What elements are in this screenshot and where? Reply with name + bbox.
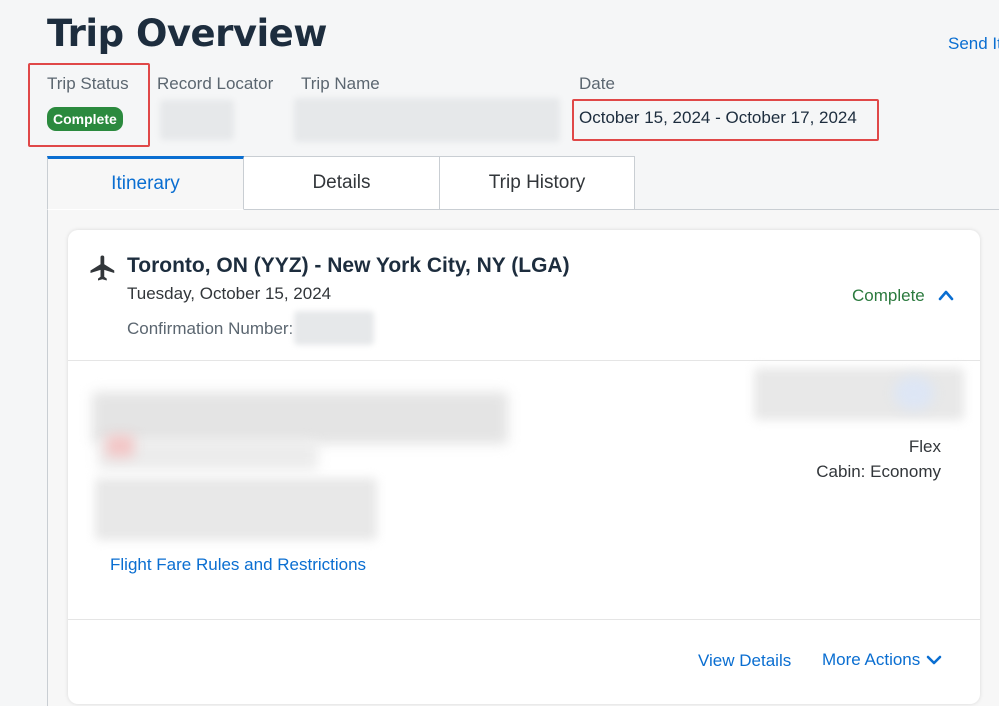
tab-itinerary[interactable]: Itinerary (47, 156, 244, 210)
tab-details[interactable]: Details (243, 156, 440, 210)
segment-status: Complete (852, 286, 925, 305)
flight-route-title: Toronto, ON (YYZ) - New York City, NY (L… (127, 254, 570, 277)
flight-segment-card: Toronto, ON (YYZ) - New York City, NY (L… (68, 230, 980, 704)
trip-name-label: Trip Name (301, 74, 380, 93)
more-actions-label: More Actions (822, 650, 921, 669)
fare-rules-link[interactable]: Flight Fare Rules and Restrictions (110, 555, 366, 575)
trip-status-badge: Complete (47, 107, 123, 131)
fare-icon-redacted (894, 376, 934, 410)
send-itinerary-link[interactable]: Send It (948, 34, 999, 54)
trip-overview-page: Trip Overview Send It Trip Status Record… (0, 0, 999, 706)
fare-type: Flex (908, 437, 941, 456)
card-divider (68, 619, 980, 620)
trip-name-value-redacted (294, 98, 560, 142)
flight-detail-redacted (92, 392, 508, 444)
panel-border (47, 209, 48, 706)
airline-logo-redacted (106, 435, 134, 457)
trip-status-label: Trip Status (47, 74, 129, 93)
flight-times-redacted (95, 478, 377, 540)
confirmation-number-redacted (294, 311, 374, 345)
view-details-link[interactable]: View Details (698, 651, 791, 671)
record-locator-value-redacted (160, 100, 234, 140)
chevron-up-icon[interactable] (937, 288, 955, 302)
record-locator-label: Record Locator (157, 74, 274, 93)
trip-date-value: October 15, 2024 - October 17, 2024 (579, 108, 857, 127)
cabin-class: Cabin: Economy (816, 462, 941, 481)
chevron-down-icon (926, 655, 942, 665)
airplane-icon (90, 255, 115, 281)
card-divider (68, 360, 980, 361)
confirmation-number-label: Confirmation Number: (127, 319, 294, 338)
page-title: Trip Overview (47, 12, 327, 55)
more-actions-button[interactable]: More Actions (822, 650, 942, 670)
date-label: Date (579, 74, 615, 93)
flight-date: Tuesday, October 15, 2024 (127, 284, 332, 303)
tab-trip-history[interactable]: Trip History (439, 156, 635, 210)
